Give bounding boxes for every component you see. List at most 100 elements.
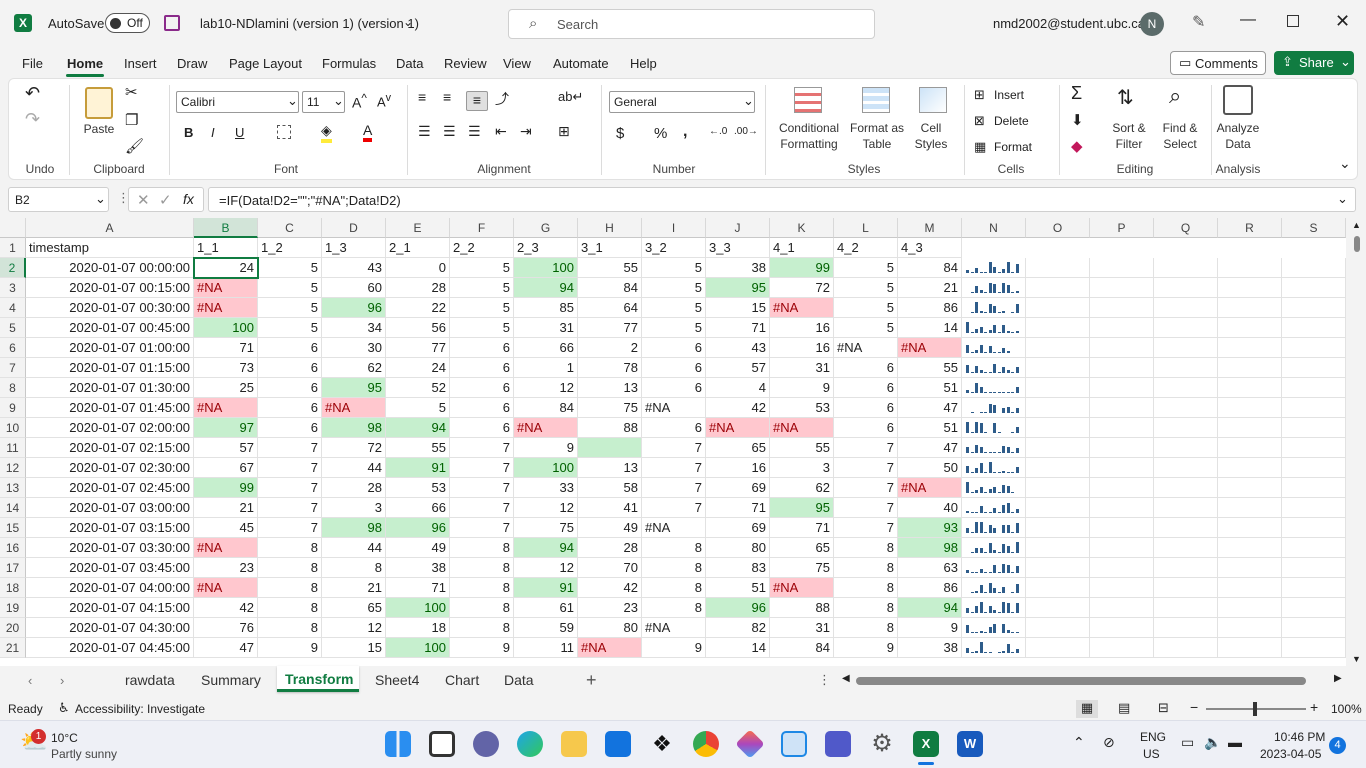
data-cell[interactable]: 25 [194, 378, 258, 398]
data-cell[interactable]: 2020-01-07 03:00:00 [26, 498, 194, 518]
data-cell[interactable]: 6 [450, 398, 514, 418]
data-cell[interactable]: 6 [642, 418, 706, 438]
data-cell[interactable]: 94 [514, 538, 578, 558]
data-cell[interactable]: 82 [706, 618, 770, 638]
close-icon[interactable]: ✕ [1335, 11, 1350, 32]
data-cell[interactable]: 57 [194, 438, 258, 458]
data-cell[interactable]: 2020-01-07 01:30:00 [26, 378, 194, 398]
column-header-f[interactable]: F [450, 218, 514, 238]
minimize-icon[interactable]: — [1240, 11, 1256, 29]
insert-function-icon[interactable]: fx [183, 191, 194, 207]
empty-cell[interactable] [1090, 538, 1154, 558]
data-cell[interactable]: 2020-01-07 01:15:00 [26, 358, 194, 378]
decrease-indent-icon[interactable]: ⇤ [495, 123, 507, 140]
data-cell[interactable]: 31 [770, 618, 834, 638]
orientation-icon[interactable]: ⤴ [495, 89, 509, 109]
data-cell[interactable]: 100 [514, 258, 578, 278]
menu-file[interactable]: File [22, 56, 43, 71]
data-cell[interactable]: 5 [258, 278, 322, 298]
column-header-q[interactable]: Q [1154, 218, 1218, 238]
empty-cell[interactable] [1282, 358, 1346, 378]
row-header-18[interactable]: 18 [0, 578, 26, 598]
file-explorer-icon[interactable] [561, 731, 587, 757]
data-cell[interactable]: #NA [194, 278, 258, 298]
data-cell[interactable]: 72 [322, 438, 386, 458]
data-cell[interactable]: 58 [578, 478, 642, 498]
row-header-16[interactable]: 16 [0, 538, 26, 558]
empty-cell[interactable] [1090, 478, 1154, 498]
settings-gear-icon[interactable]: ⚙ [869, 731, 895, 757]
data-cell[interactable]: 61 [514, 598, 578, 618]
data-cell[interactable]: 5 [834, 298, 898, 318]
empty-cell[interactable] [1282, 638, 1346, 658]
autosum-icon[interactable]: Σ [1071, 83, 1082, 104]
data-cell[interactable]: 14 [706, 638, 770, 658]
copy-icon[interactable]: ❐ [125, 111, 138, 129]
data-cell[interactable]: 94 [898, 598, 962, 618]
data-cell[interactable]: 71 [706, 498, 770, 518]
empty-cell[interactable] [1282, 418, 1346, 438]
scroll-left-icon[interactable]: ◀ [842, 673, 850, 684]
empty-cell[interactable] [1154, 438, 1218, 458]
empty-cell[interactable] [1154, 258, 1218, 278]
empty-cell[interactable] [1154, 278, 1218, 298]
data-cell[interactable]: 34 [322, 318, 386, 338]
dropbox-icon[interactable]: ❖ [649, 731, 675, 757]
data-cell[interactable]: 22 [386, 298, 450, 318]
data-cell[interactable]: 8 [642, 598, 706, 618]
empty-cell[interactable] [1026, 318, 1090, 338]
data-cell[interactable]: 23 [578, 598, 642, 618]
data-cell[interactable]: 8 [834, 538, 898, 558]
data-cell[interactable]: 98 [322, 518, 386, 538]
row-header-8[interactable]: 8 [0, 378, 26, 398]
conditional-formatting-button[interactable]: Conditional Formatting [771, 120, 847, 152]
data-cell[interactable]: 43 [322, 258, 386, 278]
data-cell[interactable]: 43 [706, 338, 770, 358]
data-cell[interactable]: 4 [706, 378, 770, 398]
empty-cell[interactable] [1218, 538, 1282, 558]
data-cell[interactable]: 63 [898, 558, 962, 578]
volume-icon[interactable]: 🔈 [1204, 734, 1221, 751]
data-cell[interactable]: 96 [386, 518, 450, 538]
empty-cell[interactable] [1026, 378, 1090, 398]
row-header-2[interactable]: 2 [0, 258, 26, 278]
chevron-down-icon[interactable]: ⌄ [403, 15, 413, 29]
data-cell[interactable]: 95 [706, 278, 770, 298]
column-header-h[interactable]: H [578, 218, 642, 238]
empty-cell[interactable] [1218, 418, 1282, 438]
row-header-9[interactable]: 9 [0, 398, 26, 418]
empty-cell[interactable] [1154, 478, 1218, 498]
data-cell[interactable]: 13 [578, 458, 642, 478]
header-cell[interactable]: 3_1 [578, 238, 642, 258]
data-cell[interactable]: 77 [386, 338, 450, 358]
fill-icon[interactable]: ⬇ [1071, 111, 1084, 129]
data-cell[interactable]: 7 [258, 478, 322, 498]
align-top-icon[interactable]: ≡ [418, 89, 426, 105]
data-cell[interactable]: 8 [642, 538, 706, 558]
zoom-in-icon[interactable]: + [1310, 699, 1318, 715]
percent-icon[interactable]: % [654, 125, 667, 142]
data-cell[interactable]: 49 [578, 518, 642, 538]
data-cell[interactable]: #NA [770, 578, 834, 598]
cut-icon[interactable]: ✂ [125, 83, 138, 101]
excel-taskbar-icon[interactable]: X [913, 731, 939, 757]
display-icon[interactable]: ▭ [1181, 734, 1194, 751]
empty-cell[interactable] [1218, 378, 1282, 398]
data-cell[interactable]: 8 [834, 618, 898, 638]
row-header-3[interactable]: 3 [0, 278, 26, 298]
empty-cell[interactable] [1154, 498, 1218, 518]
data-cell[interactable]: 14 [898, 318, 962, 338]
data-cell[interactable]: 84 [770, 638, 834, 658]
data-cell[interactable]: #NA [706, 418, 770, 438]
data-cell[interactable]: 2020-01-07 02:15:00 [26, 438, 194, 458]
empty-cell[interactable] [1218, 598, 1282, 618]
cancel-icon[interactable]: ✕ [137, 191, 150, 209]
empty-cell[interactable] [1090, 558, 1154, 578]
column-header-r[interactable]: R [1218, 218, 1282, 238]
empty-cell[interactable] [1154, 638, 1218, 658]
data-cell[interactable]: 38 [386, 558, 450, 578]
data-cell[interactable]: 73 [194, 358, 258, 378]
data-cell[interactable]: 2020-01-07 00:30:00 [26, 298, 194, 318]
empty-cell[interactable] [1218, 358, 1282, 378]
empty-cell[interactable] [1282, 558, 1346, 578]
